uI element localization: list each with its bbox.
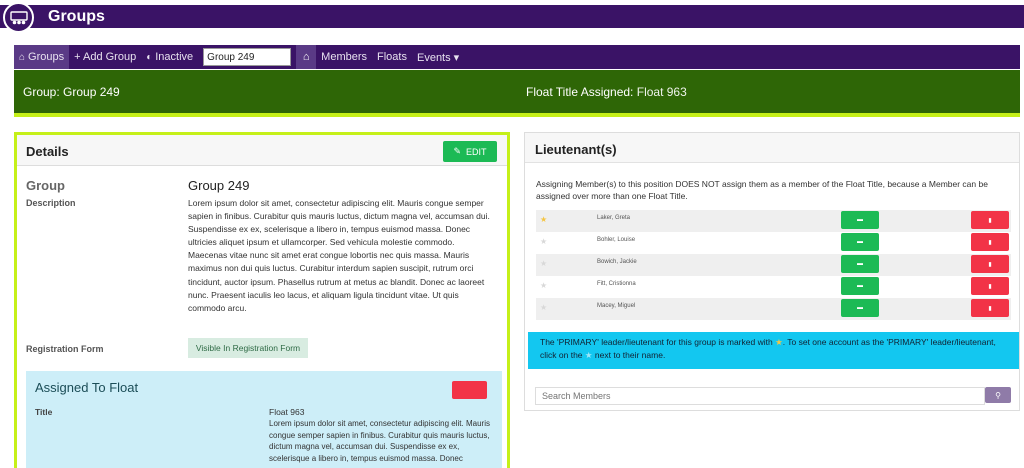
table-row: ★ Laker, Greta ▬ ▮ <box>536 210 1011 232</box>
remove-lieutenant-button[interactable]: ▮ <box>971 277 1009 295</box>
lieutenants-table: ★ Laker, Greta ▬ ▮ ★ Bohler, Louise ▬ ▮ … <box>536 210 1011 320</box>
trash-icon: ▮ <box>988 305 992 312</box>
info-text-1: The 'PRIMARY' leader/lieutenant for this… <box>540 337 773 347</box>
description-label: Description <box>26 198 76 208</box>
group-icon <box>9 10 28 24</box>
details-heading: Details <box>26 144 69 159</box>
lieutenants-heading: Lieutenant(s) <box>535 142 617 157</box>
member-card-button[interactable]: ▬ <box>841 277 879 295</box>
float-description: Lorem ipsum dolor sit amet, consectetur … <box>269 419 490 463</box>
member-name: Fitt, Cristionna <box>597 281 636 287</box>
member-card-button[interactable]: ▬ <box>841 233 879 251</box>
edit-button-label: EDIT <box>466 146 487 157</box>
trash-icon: ▮ <box>988 261 992 268</box>
star-icon: ★ <box>775 337 783 347</box>
member-card-button[interactable]: ▬ <box>841 255 879 273</box>
nav-bar: ⌂ Groups + Add Group ◐ Inactive ⌂ Member… <box>14 45 1020 69</box>
trash-icon: ▮ <box>988 217 992 224</box>
nav-inactive[interactable]: ◐ Inactive <box>141 45 198 69</box>
nav-members-label: Members <box>321 51 368 63</box>
trash-icon: ▮ <box>988 283 992 290</box>
member-name: Bohler, Louise <box>597 237 636 243</box>
table-row: ★ Bohler, Louise ▬ ▮ <box>536 232 1011 254</box>
primary-info-alert: The 'PRIMARY' leader/lieutenant for this… <box>528 332 1019 369</box>
nav-groups[interactable]: ⌂ Groups <box>14 45 70 69</box>
remove-lieutenant-button[interactable]: ▮ <box>971 233 1009 251</box>
star-icon[interactable]: ★ <box>540 281 547 290</box>
group-search-input[interactable] <box>203 48 292 66</box>
member-name: Macey, Miguel <box>597 303 636 309</box>
group-home-button[interactable]: ⌂ <box>296 45 317 69</box>
nav-events-label: Events ▾ <box>416 51 460 64</box>
toggle-icon: ◐ <box>146 51 153 63</box>
assigned-heading: Assigned To Float <box>35 380 139 395</box>
star-icon[interactable]: ★ <box>540 259 547 268</box>
float-title-value: Float 963 <box>269 407 305 417</box>
edit-button[interactable]: ✎ EDIT <box>443 141 497 162</box>
group-value: Group 249 <box>188 178 250 193</box>
remove-lieutenant-button[interactable]: ▮ <box>971 299 1009 317</box>
lieutenants-card: Lieutenant(s) Assigning Member(s) to thi… <box>524 132 1020 411</box>
card-icon: ▬ <box>857 283 863 289</box>
primary-star-icon[interactable]: ★ <box>540 215 547 224</box>
nav-events-dropdown[interactable]: Events ▾ <box>412 45 464 69</box>
remove-lieutenant-button[interactable]: ▮ <box>971 255 1009 273</box>
nav-floats-label: Floats <box>377 51 407 63</box>
search-members-button[interactable]: ⚲ <box>985 387 1011 403</box>
groups-app: Groups ⌂ Groups + Add Group ◐ Inactive ⌂… <box>0 0 1024 468</box>
banner-accent-bar <box>14 113 1020 117</box>
pencil-icon: ✎ <box>453 146 462 156</box>
member-card-button[interactable]: ▬ <box>841 299 879 317</box>
card-icon: ▬ <box>857 239 863 245</box>
table-row: ★ Macey, Miguel ▬ ▮ <box>536 298 1011 320</box>
registration-badge: Visible In Registration Form <box>188 338 308 358</box>
member-card-button[interactable]: ▬ <box>841 211 879 229</box>
home-icon: ⌂ <box>302 51 310 63</box>
star-icon: ★ <box>584 350 593 360</box>
search-members-input[interactable] <box>535 387 985 405</box>
assigned-float-panel: Assigned To Float Title Float 963 Lorem … <box>26 371 502 468</box>
star-icon[interactable]: ★ <box>540 237 547 246</box>
group-banner: Group: Group 249 Float Title Assigned: F… <box>14 70 1020 113</box>
star-icon[interactable]: ★ <box>540 303 547 312</box>
nav-add-group-label: + Add Group <box>74 51 137 63</box>
info-text-3: next to their name. <box>594 350 666 360</box>
card-icon: ▬ <box>857 217 863 223</box>
member-name: Laker, Greta <box>597 215 631 221</box>
member-name: Bowich, Jackie <box>597 259 637 265</box>
banner-float-value: Float 963 <box>636 85 687 99</box>
card-icon: ▬ <box>857 305 863 311</box>
search-icon: ⚲ <box>995 390 1001 400</box>
nav-floats[interactable]: Floats <box>372 45 412 69</box>
table-row: ★ Bowich, Jackie ▬ ▮ <box>536 254 1011 276</box>
home-icon: ⌂ <box>19 51 26 63</box>
trash-icon: ▮ <box>988 239 992 246</box>
nav-add-group[interactable]: + Add Group <box>69 45 141 69</box>
card-icon: ▬ <box>857 261 863 267</box>
table-row: ★ Fitt, Cristionna ▬ ▮ <box>536 276 1011 298</box>
registration-label: Registration Form <box>26 344 104 354</box>
nav-inactive-label: Inactive <box>155 51 194 63</box>
banner-group-text: Group: Group 249 <box>23 85 120 99</box>
app-title: Groups <box>48 8 105 25</box>
unassign-float-button[interactable] <box>452 381 487 399</box>
lieutenants-header: Lieutenant(s) <box>525 133 1019 163</box>
title-bar <box>0 5 1024 28</box>
nav-members[interactable]: Members <box>316 45 372 69</box>
lieutenants-note: Assigning Member(s) to this position DOE… <box>536 179 988 202</box>
float-title-label: Title <box>35 407 53 417</box>
banner-float: Float Title Assigned: Float 963 <box>526 85 687 99</box>
description-text: Lorem ipsum dolor sit amet, consectetur … <box>188 198 490 313</box>
app-logo[interactable] <box>3 2 34 33</box>
details-header: Details ✎ EDIT <box>17 135 507 166</box>
banner-float-label: Float Title Assigned: <box>526 85 634 99</box>
group-label: Group <box>26 178 65 193</box>
details-card: Details ✎ EDIT Group Group 249 Descripti… <box>14 132 510 468</box>
remove-lieutenant-button[interactable]: ▮ <box>971 211 1009 229</box>
nav-groups-label: Groups <box>28 51 65 63</box>
